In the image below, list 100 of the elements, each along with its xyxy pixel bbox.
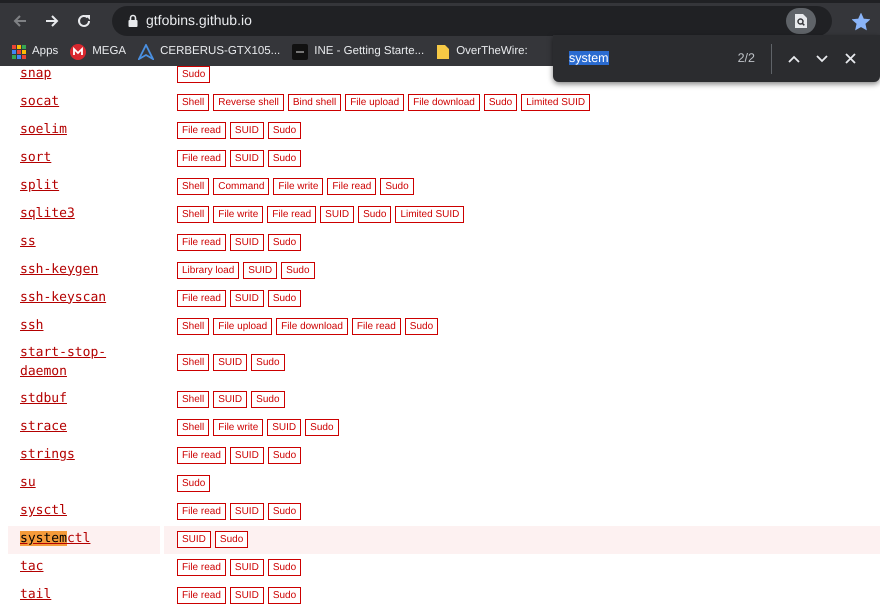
function-tag[interactable]: File write xyxy=(213,419,264,436)
function-tag[interactable]: SUID xyxy=(213,391,248,408)
function-tag[interactable]: File read xyxy=(267,206,316,222)
function-tag[interactable]: Sudo xyxy=(305,419,339,436)
triangle-logo-icon xyxy=(138,44,154,60)
binary-link[interactable]: sqlite3 xyxy=(20,204,75,224)
binary-link[interactable]: socat xyxy=(20,92,60,112)
function-tag[interactable]: File read xyxy=(177,290,226,306)
function-tag[interactable]: Sudo xyxy=(177,475,210,492)
binary-link[interactable]: strace xyxy=(20,418,67,438)
binary-link[interactable]: tail xyxy=(20,586,52,606)
function-tag[interactable]: File upload xyxy=(345,94,404,110)
function-tag[interactable]: Sudo xyxy=(268,503,302,520)
function-tag[interactable]: Sudo xyxy=(251,354,285,372)
function-tag[interactable]: Shell xyxy=(177,94,210,110)
bookmark[interactable]: MEGA xyxy=(66,43,130,61)
function-tag[interactable]: Limited SUID xyxy=(521,94,590,110)
back-arrow-icon xyxy=(12,12,28,28)
url-text: gtfobins.github.io xyxy=(146,11,252,30)
function-tag[interactable]: Shell xyxy=(177,178,210,194)
function-tag[interactable]: Sudo xyxy=(268,122,302,138)
function-tag[interactable]: Sudo xyxy=(380,178,414,194)
function-tag[interactable]: File read xyxy=(327,178,376,194)
search-page-button[interactable] xyxy=(786,8,816,34)
function-tag[interactable]: SUID xyxy=(230,234,264,250)
apps-grid-icon xyxy=(12,45,26,59)
function-tag[interactable]: SUID xyxy=(177,531,211,548)
close-icon xyxy=(844,53,856,64)
function-tag[interactable]: Bind shell xyxy=(288,94,342,110)
search-page-icon xyxy=(794,12,808,28)
function-tag[interactable]: File write xyxy=(213,206,264,222)
function-tag[interactable]: Shell xyxy=(177,206,210,222)
function-tag[interactable]: File read xyxy=(177,559,226,576)
bookmark[interactable]: CERBERUS-GTX105... xyxy=(134,43,284,61)
function-tag[interactable]: Shell xyxy=(177,391,210,408)
function-tag[interactable]: Sudo xyxy=(268,234,302,250)
function-tag[interactable]: Limited SUID xyxy=(395,206,464,222)
function-tag[interactable]: SUID xyxy=(230,559,264,576)
function-tag[interactable]: SUID xyxy=(213,354,248,372)
binary-link[interactable]: start-stop-daemon xyxy=(20,344,148,382)
function-tag[interactable]: File download xyxy=(408,94,480,110)
binary-link[interactable]: split xyxy=(20,176,60,196)
function-tag[interactable]: SUID xyxy=(230,447,264,464)
function-tag[interactable]: File read xyxy=(177,122,226,138)
binary-link[interactable]: tac xyxy=(20,558,44,578)
forward-arrow-icon xyxy=(44,12,60,28)
binary-link[interactable]: strings xyxy=(20,446,75,466)
function-tag[interactable]: Sudo xyxy=(358,206,392,222)
function-tag[interactable]: Sudo xyxy=(268,559,302,576)
function-tag[interactable]: SUID xyxy=(267,419,302,436)
function-tag[interactable]: Sudo xyxy=(268,150,302,166)
function-tag[interactable]: SUID xyxy=(230,587,264,604)
function-tag[interactable]: SUID xyxy=(243,262,278,278)
function-tag[interactable]: File read xyxy=(352,318,401,334)
binary-link[interactable]: ssh xyxy=(20,316,44,336)
address-bar[interactable]: gtfobins.github.io xyxy=(112,6,832,36)
function-tag[interactable]: SUID xyxy=(320,206,354,222)
chevron-down-icon xyxy=(816,54,828,62)
function-tag[interactable]: File read xyxy=(177,150,226,166)
bookmark[interactable]: Apps xyxy=(8,43,62,61)
function-tag[interactable]: SUID xyxy=(230,290,264,306)
function-tag[interactable]: Library load xyxy=(177,262,240,278)
function-tag[interactable]: Sudo xyxy=(268,587,302,604)
function-tag[interactable]: Sudo xyxy=(214,531,248,548)
function-tag[interactable]: File read xyxy=(177,503,226,520)
function-tag[interactable]: Sudo xyxy=(268,447,302,464)
function-tag[interactable]: File read xyxy=(177,587,226,604)
binary-link[interactable]: sysctl xyxy=(20,502,67,522)
lock-icon xyxy=(128,14,138,27)
bookmark[interactable]: OverTheWire: xyxy=(432,43,532,61)
function-tag[interactable]: Shell xyxy=(177,354,210,372)
function-tag[interactable]: Shell xyxy=(177,419,210,436)
function-tag[interactable]: File read xyxy=(177,447,226,464)
function-tag[interactable]: File write xyxy=(273,178,324,194)
function-tag[interactable]: Command xyxy=(213,178,270,194)
binary-link[interactable]: snap xyxy=(20,66,52,84)
function-tag[interactable]: Sudo xyxy=(484,94,518,110)
binary-link[interactable]: stdbuf xyxy=(20,390,67,410)
function-tag[interactable]: SUID xyxy=(230,150,264,166)
bookmark[interactable]: INE - Getting Starte... xyxy=(288,43,428,61)
function-tag[interactable]: Sudo xyxy=(251,391,285,408)
binary-link[interactable]: soelim xyxy=(20,120,67,140)
bookmark-star-icon[interactable] xyxy=(852,12,870,31)
binary-link[interactable]: su xyxy=(20,474,36,494)
binary-link[interactable]: ss xyxy=(20,232,36,252)
function-tag[interactable]: Sudo xyxy=(281,262,315,278)
function-tag[interactable]: File upload xyxy=(213,318,272,334)
function-tag[interactable]: Shell xyxy=(177,318,210,334)
binary-link[interactable]: sort xyxy=(20,148,52,168)
function-tag[interactable]: Sudo xyxy=(268,290,302,306)
binary-link[interactable]: ssh-keyscan xyxy=(20,288,106,308)
function-tag[interactable]: SUID xyxy=(230,122,264,138)
function-tag[interactable]: File download xyxy=(276,318,348,334)
page-icon xyxy=(436,44,450,60)
binary-link[interactable]: ssh-keygen xyxy=(20,260,98,280)
function-tag[interactable]: Sudo xyxy=(177,66,210,82)
function-tag[interactable]: File read xyxy=(177,234,226,250)
function-tag[interactable]: Sudo xyxy=(404,318,438,334)
function-tag[interactable]: Reverse shell xyxy=(213,94,284,110)
function-tag[interactable]: SUID xyxy=(230,503,264,520)
